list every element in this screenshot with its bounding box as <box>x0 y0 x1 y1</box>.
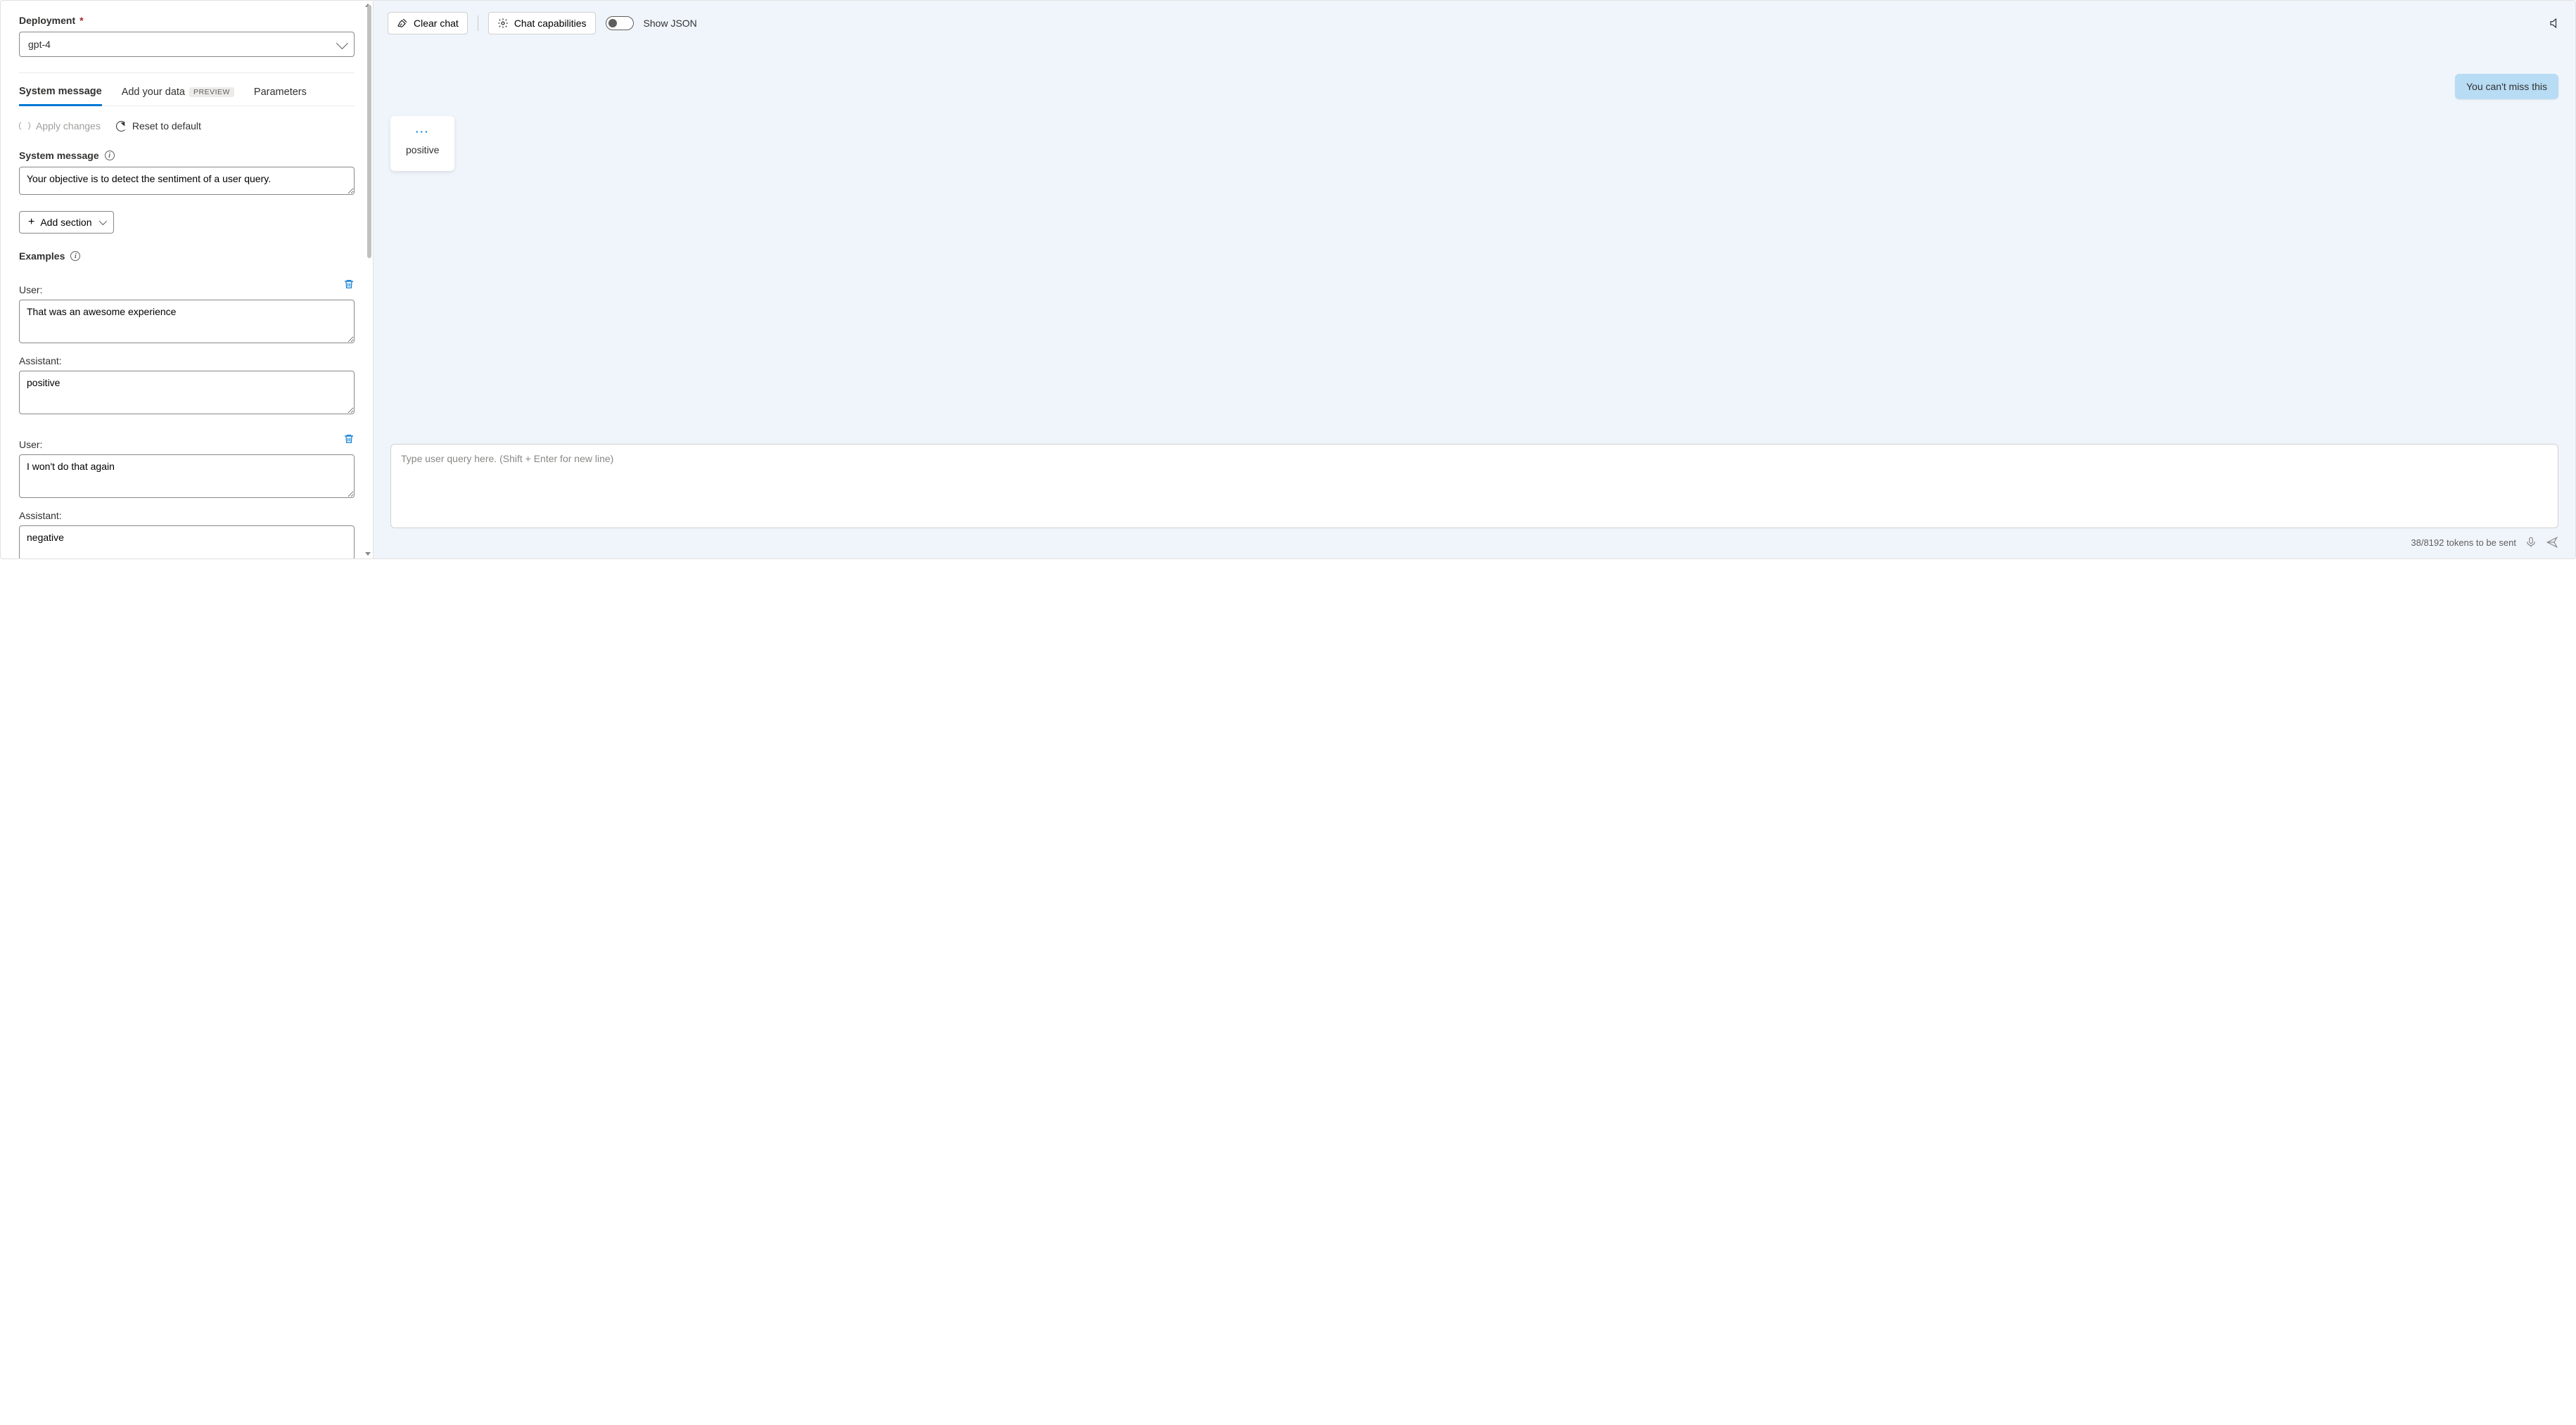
info-icon[interactable]: i <box>70 251 80 261</box>
user-message-bubble: You can't miss this <box>2455 74 2558 99</box>
assistant-message-card: ··· positive <box>390 116 454 171</box>
chat-panel: Clear chat Chat capabilities Show JSON <box>374 1 2575 558</box>
tab-add-your-data[interactable]: Add your data PREVIEW <box>122 86 234 106</box>
deployment-label: Deployment * <box>19 15 355 26</box>
broom-icon <box>397 18 408 29</box>
sync-icon <box>19 120 30 132</box>
user-label: User: <box>19 284 42 295</box>
tab-system-message[interactable]: System message <box>19 86 102 106</box>
system-message-label: System message i <box>19 150 355 161</box>
example-user-textarea[interactable] <box>19 454 355 498</box>
apply-changes-button: Apply changes <box>19 120 101 132</box>
trash-icon <box>343 433 355 445</box>
deployment-select[interactable]: gpt-4 <box>19 32 355 57</box>
speaker-icon[interactable] <box>2549 17 2561 30</box>
examples-label: Examples i <box>19 250 355 262</box>
assistant-label: Assistant: <box>19 510 355 521</box>
example-assistant-textarea[interactable] <box>19 525 355 558</box>
clear-chat-button[interactable]: Clear chat <box>388 12 468 34</box>
query-input[interactable] <box>390 444 2558 528</box>
chat-area: You can't miss this ··· positive <box>374 46 2575 444</box>
reset-default-button[interactable]: Reset to default <box>116 120 201 132</box>
config-panel: Deployment * gpt-4 System message Add yo… <box>1 1 374 558</box>
preview-badge: PREVIEW <box>189 87 234 97</box>
gear-icon <box>497 18 509 29</box>
query-input-row <box>374 444 2575 530</box>
tabs: System message Add your data PREVIEW Par… <box>19 86 355 106</box>
reset-icon <box>116 121 127 132</box>
delete-example-button[interactable] <box>343 433 355 447</box>
plus-icon: + <box>28 217 34 228</box>
tab-parameters[interactable]: Parameters <box>254 86 307 106</box>
required-asterisk: * <box>79 15 83 26</box>
assistant-message-text: positive <box>406 144 439 155</box>
scroll-down-arrow-icon <box>365 552 371 556</box>
divider <box>19 72 355 73</box>
send-icon[interactable] <box>2546 536 2558 549</box>
delete-example-button[interactable] <box>343 278 355 293</box>
system-message-textarea[interactable] <box>19 167 355 195</box>
info-icon[interactable]: i <box>105 151 115 160</box>
user-label: User: <box>19 439 42 450</box>
show-json-toggle[interactable] <box>606 16 634 30</box>
chat-toolbar: Clear chat Chat capabilities Show JSON <box>374 1 2575 46</box>
chevron-down-icon <box>336 37 348 49</box>
token-status: 38/8192 tokens to be sent <box>2411 537 2516 548</box>
assistant-label: Assistant: <box>19 355 355 366</box>
example-header: User: <box>19 274 355 295</box>
add-section-button[interactable]: + Add section <box>19 211 114 234</box>
action-row: Apply changes Reset to default <box>19 120 355 132</box>
toggle-knob <box>608 19 617 27</box>
example-header: User: <box>19 429 355 450</box>
trash-icon <box>343 278 355 290</box>
example-assistant-textarea[interactable] <box>19 371 355 414</box>
chevron-down-icon <box>98 217 106 225</box>
microphone-icon[interactable] <box>2525 536 2537 549</box>
example-user-textarea[interactable] <box>19 300 355 343</box>
message-menu-button[interactable]: ··· <box>416 126 430 137</box>
chat-capabilities-button[interactable]: Chat capabilities <box>488 12 596 34</box>
show-json-label: Show JSON <box>644 18 697 29</box>
deployment-value: gpt-4 <box>28 39 51 50</box>
scrollbar[interactable] <box>364 1 373 558</box>
chat-footer: 38/8192 tokens to be sent <box>374 530 2575 558</box>
scroll-thumb[interactable] <box>367 5 371 258</box>
